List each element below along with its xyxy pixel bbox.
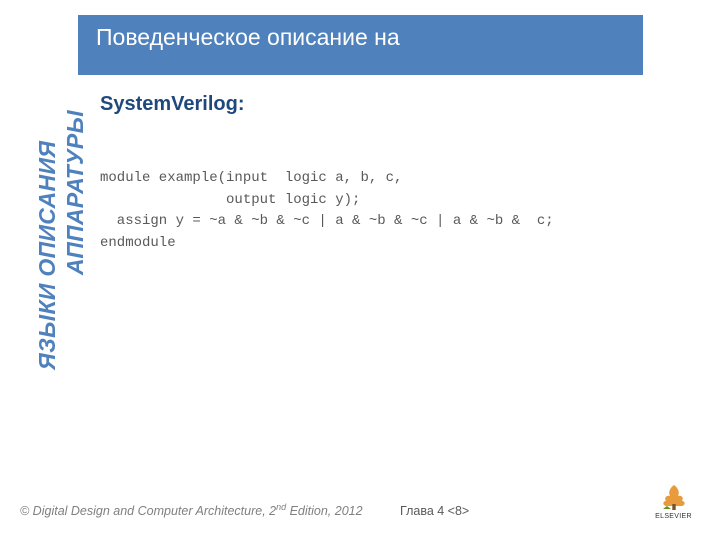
copyright-ordinal: nd: [276, 502, 286, 512]
code-block: module example(input logic a, b, c, outp…: [100, 168, 554, 255]
title-banner: Поведенческое описание на: [78, 15, 643, 75]
sidebar-label-line1: ЯЗЫКИ ОПИСАНИЯ: [34, 141, 61, 370]
code-line-4: endmodule: [100, 235, 176, 251]
slide-title: Поведенческое описание на: [96, 23, 400, 53]
copyright-prefix: © Digital Design and Computer Architectu…: [20, 504, 276, 518]
code-line-3: assign y = ~a & ~b & ~c | a & ~b & ~c | …: [100, 213, 554, 229]
chapter-indicator: Глава 4 <8>: [400, 504, 469, 518]
code-line-2: output logic y);: [100, 192, 360, 208]
copyright-text: © Digital Design and Computer Architectu…: [20, 502, 363, 518]
sidebar-label-line2: АППАРАТУРЫ: [62, 110, 89, 275]
publisher-name: ELSEVIER: [649, 513, 698, 520]
footer: © Digital Design and Computer Architectu…: [20, 478, 700, 520]
tree-icon: [657, 482, 691, 512]
publisher-logo: ELSEVIER: [649, 482, 698, 520]
slide: Поведенческое описание на ЯЗЫКИ ОПИСАНИЯ…: [0, 0, 720, 540]
code-line-1: module example(input logic a, b, c,: [100, 170, 402, 186]
copyright-suffix: Edition, 2012: [286, 504, 362, 518]
subtitle: SystemVerilog:: [100, 93, 245, 116]
